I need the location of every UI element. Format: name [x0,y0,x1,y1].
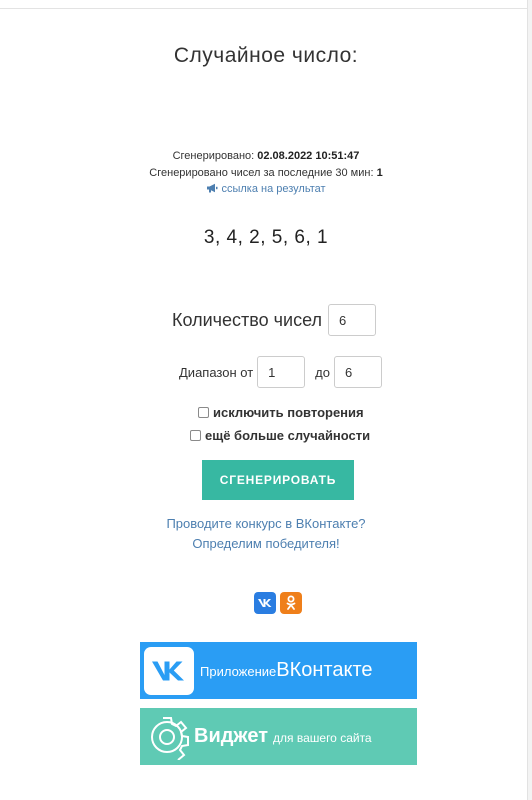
result-numbers: 3, 4, 2, 5, 6, 1 [203,227,329,248]
result-link[interactable]: ссылка на результат [0,183,532,196]
vk-icon[interactable] [254,592,276,614]
megaphone-icon [206,183,218,196]
exclude-repeats-label[interactable]: исключить повторения [213,405,364,420]
vk-app-banner-text: Приложение ВКонтакте [200,659,373,682]
vk-app-banner-small: Приложение [200,664,277,679]
generated-info: Сгенерировано: 02.08.2022 10:51:47 [0,150,532,162]
range-from-input[interactable] [257,356,306,388]
range-row: Диапазон от до [179,356,382,388]
contest-link-line2[interactable]: Определим победителя! [0,536,532,551]
vk-logo-icon [144,646,194,695]
widget-banner-text: Виджет для вашего сайта [194,725,372,748]
range-to-label: до [315,364,330,380]
widget-banner[interactable]: Виджет для вашего сайта [140,708,417,765]
more-randomness-label[interactable]: ещё больше случайности [205,428,370,443]
vk-app-banner-big: ВКонтакте [276,659,373,681]
exclude-repeats-checkbox[interactable] [198,407,209,418]
more-randomness-checkbox[interactable] [190,430,201,441]
count-input[interactable] [328,304,377,336]
vk-app-banner[interactable]: Приложение ВКонтакте [140,642,417,699]
widget-banner-big: Виджет [194,725,269,747]
generated-count-value: 1 [376,167,383,179]
generate-button[interactable]: СГЕНЕРИРОВАТЬ [202,460,354,500]
count-label: Количество чисел [172,309,323,330]
page-title: Случайное число: [173,44,359,67]
gear-icon [144,714,190,761]
generated-label: Сгенерировано: [172,150,255,162]
generated-timestamp: 02.08.2022 10:51:47 [257,150,360,162]
odnoklassniki-icon[interactable] [280,592,302,614]
window-scrollbar[interactable] [527,0,532,800]
widget-banner-small: для вашего сайта [273,731,372,745]
range-to-input[interactable] [333,356,382,388]
generated-count-label: Сгенерировано чисел за последние 30 мин: [149,167,374,179]
generated-count-info: Сгенерировано чисел за последние 30 мин:… [0,167,532,179]
contest-link-line1[interactable]: Проводите конкурс в ВКонтакте? [0,516,532,531]
more-randomness-option[interactable]: ещё больше случайности [190,428,370,443]
range-from-label: Диапазон от [179,364,254,380]
top-divider [0,8,532,9]
result-link-label[interactable]: ссылка на результат [221,183,325,195]
exclude-repeats-option[interactable]: исключить повторения [198,405,364,420]
count-row: Количество чисел [172,304,377,336]
